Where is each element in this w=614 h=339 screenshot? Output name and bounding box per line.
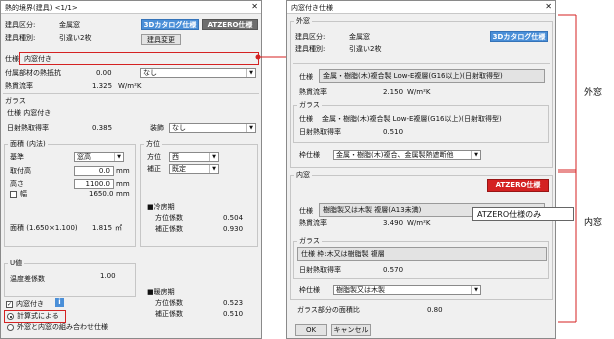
inner-window-group-label: 内窓: [294, 171, 312, 180]
outer-glass-spec-value: 金属・樹脂(木)複合製 Low-E複層(G16以上)(日射取得型): [322, 115, 502, 123]
right-atzero-spec-button[interactable]: ATZERO仕様: [487, 179, 549, 192]
glass-ratio-value: 0.80: [427, 306, 443, 314]
right-dialog-title: 内窓付き仕様: [291, 4, 333, 12]
outer-frame-select-value: 金属・樹脂(木)複合、金属製熱遮断他: [336, 151, 454, 159]
right-titlebar: 内窓付き仕様 ✕: [287, 1, 555, 14]
glass-ratio-label: ガラス部分の面積比: [297, 306, 360, 314]
outer-heat-label: 熱貫流率: [299, 88, 327, 96]
inner-heat-unit: W/m²K: [407, 219, 431, 227]
inner-frame-select[interactable]: 樹脂製又は木製 ▼: [333, 285, 481, 295]
outer-heat-unit: W/m²K: [407, 88, 431, 96]
outer-window-group-label: 外窓: [294, 17, 312, 26]
outer-frame-label: 枠仕様: [299, 151, 320, 159]
inner-solar-value: 0.570: [383, 266, 404, 274]
chevron-down-icon: ▼: [471, 151, 480, 159]
atzero-only-callout: ATZERO仕様のみ: [472, 207, 574, 221]
right-dialog: 内窓付き仕様 ✕ 外窓 建具区分: 金属窓 建具種別: 引違い2枚 3Dカタログ…: [286, 0, 556, 339]
outer-solar-value: 0.510: [383, 128, 404, 136]
right-kind-label: 建具種別:: [295, 45, 326, 53]
atzero-only-callout-text: ATZERO仕様のみ: [477, 210, 542, 219]
inner-window-group: 内窓: [290, 171, 553, 300]
divider: [293, 63, 550, 64]
outer-window-annotation: 外窓: [584, 88, 603, 98]
chevron-down-icon: ▼: [471, 286, 480, 294]
close-icon[interactable]: ✕: [545, 2, 552, 11]
inner-spec-label: 仕様: [299, 207, 313, 215]
inner-heat-label: 熱貫流率: [299, 219, 327, 227]
ok-button[interactable]: OK: [295, 324, 327, 336]
inner-glass-group-label: ガラス: [297, 237, 322, 246]
outer-glass-spec-label: 仕様: [299, 115, 313, 123]
outer-spec-label: 仕様: [299, 73, 313, 81]
cancel-button[interactable]: キャンセル: [331, 324, 371, 336]
outer-frame-select[interactable]: 金属・樹脂(木)複合、金属製熱遮断他 ▼: [333, 150, 481, 160]
inner-frame-select-value: 樹脂製又は木製: [336, 286, 385, 294]
outer-spec-button[interactable]: 金属・樹脂(木)複合製 Low-E複層(G16以上)(日射取得型): [319, 69, 545, 83]
outer-solar-label: 日射熱取得率: [299, 128, 341, 136]
inner-heat-value: 3.490: [383, 219, 404, 227]
outer-heat-value: 2.150: [383, 88, 404, 96]
outer-glass-group-label: ガラス: [297, 101, 322, 110]
right-type-label: 建具区分:: [295, 33, 326, 41]
inner-solar-label: 日射熱取得率: [299, 266, 341, 274]
right-type-value: 金属窓: [349, 33, 370, 41]
right-catalog-spec-button[interactable]: 3Dカタログ仕様: [490, 31, 548, 42]
inner-glass-spec-button[interactable]: 仕様 枠:木又は樹脂製 複層: [297, 247, 547, 261]
inner-frame-label: 枠仕様: [299, 286, 320, 294]
inner-window-annotation: 内窓: [584, 218, 603, 228]
right-kind-value: 引違い2枚: [349, 45, 382, 53]
outer-glass-group: ガラス: [293, 101, 549, 143]
